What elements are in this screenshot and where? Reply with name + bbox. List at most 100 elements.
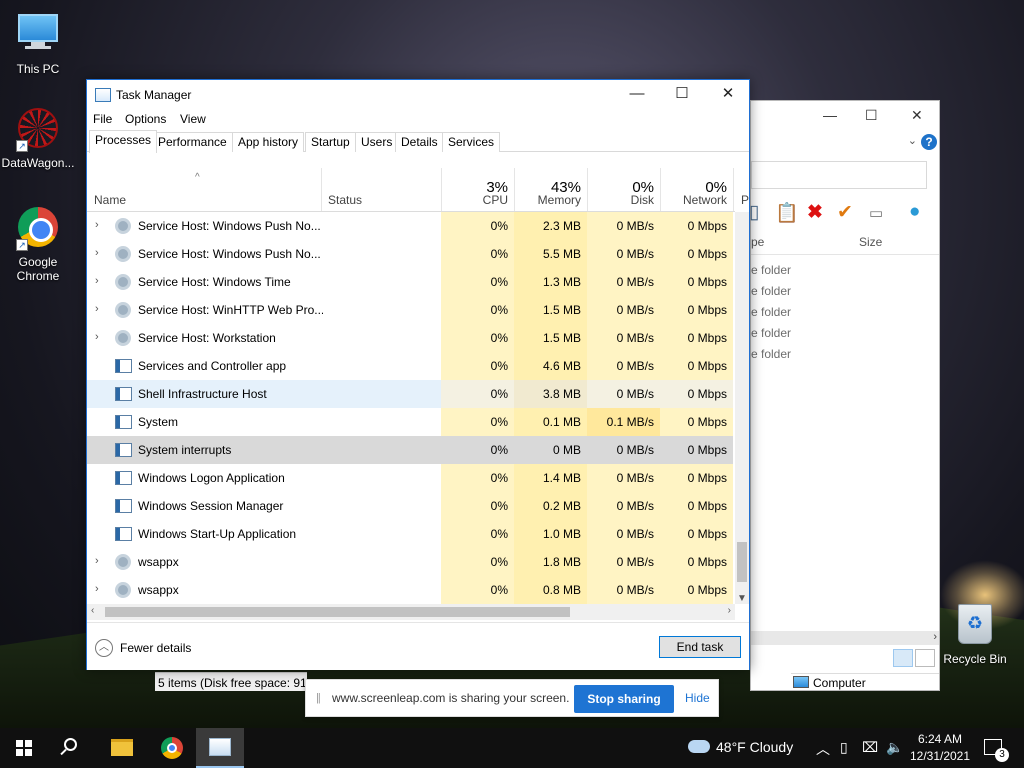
- table-row[interactable]: › wsappx 0% 1.8 MB 0 MB/s 0 Mbps: [87, 548, 733, 576]
- column-header-name[interactable]: Name: [94, 193, 126, 207]
- table-row[interactable]: › Service Host: Workstation 0% 1.5 MB 0 MB/s…: [87, 324, 733, 352]
- scroll-right-icon[interactable]: ›: [728, 605, 731, 616]
- globe-icon[interactable]: ●: [909, 201, 920, 223]
- datawagon-logo-icon: ↗: [16, 108, 60, 152]
- chevron-up-icon[interactable]: ︿: [816, 739, 830, 759]
- taskbar-chrome[interactable]: [148, 728, 196, 768]
- table-row[interactable]: System 0% 0.1 MB 0.1 MB/s 0 Mbps: [87, 408, 733, 436]
- column-header-memory[interactable]: Memory: [518, 193, 581, 207]
- column-header-disk[interactable]: Disk: [591, 193, 654, 207]
- clock[interactable]: 6:24 AM 12/31/2021: [908, 731, 972, 765]
- minimize-button[interactable]: —: [823, 107, 837, 123]
- close-button[interactable]: ✕: [911, 107, 923, 124]
- column-header-status[interactable]: Status: [328, 193, 362, 207]
- tab-services[interactable]: Services: [442, 132, 501, 152]
- details-view-icon[interactable]: [893, 649, 913, 667]
- search-button[interactable]: [48, 728, 96, 768]
- taskbar-task-manager[interactable]: [196, 728, 244, 768]
- hide-button[interactable]: Hide: [685, 691, 710, 705]
- tab-app-history[interactable]: App history: [232, 132, 305, 152]
- tab-users[interactable]: Users: [355, 132, 399, 152]
- properties-icon[interactable]: ▭: [869, 204, 883, 222]
- table-row[interactable]: › Service Host: Windows Push No... 0% 2.3 M…: [87, 212, 733, 240]
- list-item[interactable]: e folder: [751, 282, 791, 303]
- document-icon[interactable]: ▯: [749, 201, 759, 224]
- clipboard-icon[interactable]: 📋: [775, 201, 799, 225]
- minimize-button[interactable]: —: [614, 80, 660, 110]
- table-row[interactable]: Services and Controller app 0% 4.6 MB 0 MB/…: [87, 352, 733, 380]
- stop-sharing-button[interactable]: Stop sharing: [574, 685, 674, 713]
- menu-options[interactable]: Options: [125, 112, 166, 126]
- horizontal-scrollbar[interactable]: ‹ ›: [87, 604, 735, 620]
- list-item[interactable]: e folder: [751, 261, 791, 282]
- expand-chevron-icon[interactable]: ›: [95, 331, 99, 343]
- size-column-header[interactable]: Size: [859, 235, 882, 249]
- vertical-scrollbar[interactable]: ▼: [735, 212, 749, 604]
- large-icons-view-icon[interactable]: [915, 649, 935, 667]
- table-row[interactable]: Shell Infrastructure Host 0% 3.8 MB 0 MB/s 0…: [87, 380, 733, 408]
- desktop-icon-google-chrome[interactable]: ↗ Google Chrome: [0, 205, 76, 283]
- table-row[interactable]: Windows Start-Up Application 0% 1.0 MB 0 MB…: [87, 520, 733, 548]
- column-header-network[interactable]: Network: [664, 193, 727, 207]
- notification-center-icon[interactable]: 3: [984, 739, 1009, 762]
- process-name: Services and Controller app: [138, 359, 287, 373]
- menu-file[interactable]: File: [93, 112, 112, 126]
- weather-widget[interactable]: 48°F Cloudy: [688, 739, 793, 755]
- scroll-right-icon[interactable]: ›: [933, 631, 937, 643]
- chevron-down-icon[interactable]: ⌄: [908, 134, 917, 147]
- end-task-button[interactable]: End task: [659, 636, 741, 658]
- type-column-header[interactable]: pe: [751, 235, 764, 249]
- expand-chevron-icon[interactable]: ›: [95, 219, 99, 231]
- tab-details[interactable]: Details: [395, 132, 444, 152]
- list-item[interactable]: e folder: [751, 303, 791, 324]
- drag-handle-icon[interactable]: ||: [316, 692, 321, 704]
- tab-startup[interactable]: Startup: [305, 132, 356, 152]
- chevron-up-icon[interactable]: ︿: [95, 639, 113, 657]
- desktop-icon-datawagon[interactable]: ↗ DataWagon...: [0, 106, 76, 170]
- tablet-icon[interactable]: ▯: [840, 739, 848, 756]
- table-row[interactable]: › wsappx 0% 0.8 MB 0 MB/s 0 Mbps: [87, 576, 733, 604]
- task-manager-title-bar[interactable]: Task Manager — ☐ ✕: [87, 80, 749, 110]
- expand-chevron-icon[interactable]: ›: [95, 303, 99, 315]
- network-icon[interactable]: ⌧: [862, 739, 878, 756]
- delete-icon[interactable]: ✖: [807, 201, 823, 224]
- list-item[interactable]: e folder: [751, 324, 791, 345]
- explorer-horizontal-scrollbar[interactable]: ›: [751, 631, 939, 645]
- scroll-thumb[interactable]: [105, 607, 570, 617]
- address-bar[interactable]: [751, 161, 927, 189]
- maximize-button[interactable]: ☐: [659, 80, 705, 110]
- help-icon[interactable]: ?: [921, 134, 937, 150]
- table-row[interactable]: Windows Logon Application 0% 1.4 MB 0 MB/s 0…: [87, 464, 733, 492]
- table-row[interactable]: Windows Session Manager 0% 0.2 MB 0 MB/s 0 M…: [87, 492, 733, 520]
- expand-chevron-icon[interactable]: ›: [95, 275, 99, 287]
- scroll-left-icon[interactable]: ‹: [91, 605, 94, 616]
- expand-chevron-icon[interactable]: ›: [95, 247, 99, 259]
- column-header-power-cut[interactable]: P: [741, 193, 749, 207]
- desktop-icon-recycle-bin[interactable]: Recycle Bin: [937, 602, 1013, 666]
- file-explorer-window[interactable]: — ☐ ✕ ⌄ ? ▯ 📋 ✖ ✔ ▭ ● pe Size e folder e…: [749, 100, 940, 691]
- table-row[interactable]: System interrupts 0% 0 MB 0 MB/s 0 Mbps: [87, 436, 733, 464]
- tab-processes[interactable]: Processes: [89, 130, 158, 153]
- taskbar-file-explorer[interactable]: [98, 728, 146, 768]
- table-row[interactable]: › Service Host: WinHTTP Web Pro... 0% 1.5 M…: [87, 296, 733, 324]
- column-header-cpu[interactable]: CPU: [445, 193, 508, 207]
- task-manager-window[interactable]: Task Manager — ☐ ✕ File Options View Pro…: [86, 79, 750, 670]
- start-button[interactable]: [0, 728, 48, 768]
- list-item[interactable]: e folder: [751, 345, 791, 366]
- desktop-icon-this-pc[interactable]: This PC: [0, 8, 76, 76]
- close-button[interactable]: ✕: [705, 80, 751, 110]
- scroll-thumb[interactable]: [737, 542, 747, 582]
- explorer-title-bar[interactable]: — ☐ ✕: [751, 101, 939, 131]
- expand-chevron-icon[interactable]: ›: [95, 583, 99, 595]
- table-row[interactable]: › Service Host: Windows Push No... 0% 5.5 M…: [87, 240, 733, 268]
- checkmark-icon[interactable]: ✔: [837, 201, 853, 224]
- fewer-details-link[interactable]: Fewer details: [120, 641, 191, 655]
- tab-performance[interactable]: Performance: [152, 132, 233, 152]
- menu-view[interactable]: View: [180, 112, 206, 126]
- volume-muted-icon[interactable]: 🔈: [886, 739, 903, 756]
- task-manager-icon: [95, 88, 111, 102]
- table-row[interactable]: › Service Host: Windows Time 0% 1.3 MB 0 MB/…: [87, 268, 733, 296]
- expand-chevron-icon[interactable]: ›: [95, 555, 99, 567]
- maximize-button[interactable]: ☐: [865, 107, 878, 124]
- scroll-down-icon[interactable]: ▼: [737, 593, 747, 604]
